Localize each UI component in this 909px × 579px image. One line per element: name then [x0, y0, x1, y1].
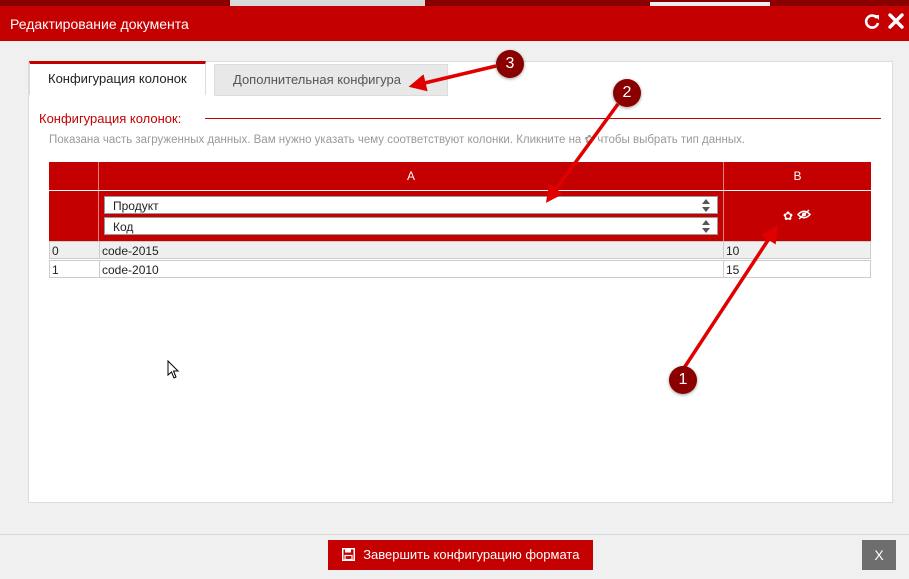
annotation-badge-2: 2: [613, 79, 641, 107]
mouse-cursor-icon: [167, 360, 180, 379]
annotation-badge-3: 3: [496, 50, 524, 78]
arrow-3: [408, 64, 497, 92]
arrow-1: [682, 225, 778, 369]
annotation-badge-1: 1: [669, 366, 697, 394]
annotation-arrows: [408, 64, 778, 369]
arrow-2: [545, 102, 620, 203]
